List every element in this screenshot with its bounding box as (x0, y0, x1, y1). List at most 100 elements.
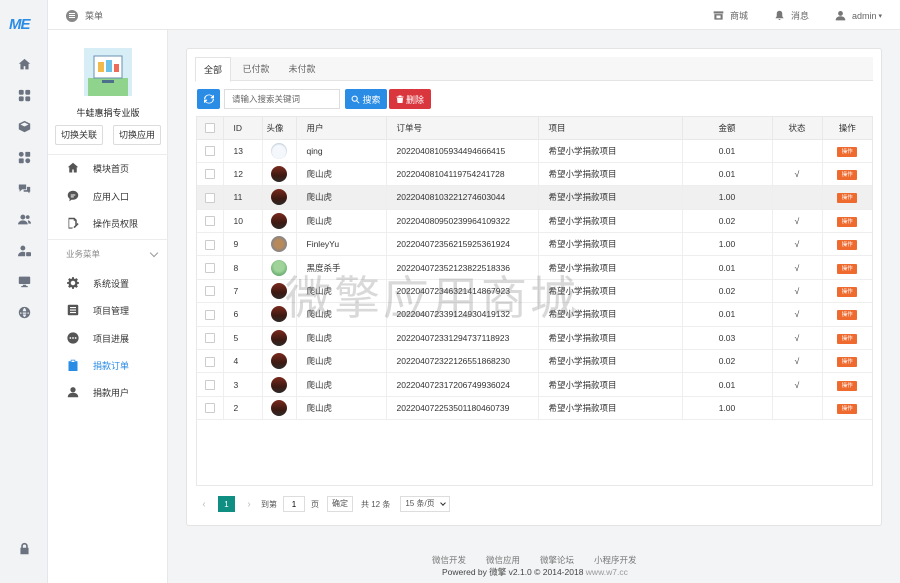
refresh-button[interactable] (197, 89, 220, 109)
row-checkbox[interactable] (204, 356, 215, 367)
goto-confirm-button[interactable]: 确定 (327, 496, 353, 512)
store-icon (713, 11, 724, 20)
row-action-button[interactable]: 操作 (837, 310, 858, 321)
row-checkbox[interactable] (204, 263, 215, 274)
table-row[interactable]: 7 爬山虎 202204072346321414867923 希望小学捐款项目 0.02… (197, 279, 872, 304)
footer-link[interactable]: 小程序开发 (594, 554, 637, 566)
col-header-order: 订单号 (386, 117, 539, 140)
row-checkbox[interactable] (204, 379, 215, 390)
home-icon[interactable] (17, 57, 31, 71)
cell-user: 爬山虎 (296, 302, 387, 327)
sidebar-item-donation-users[interactable]: 捐款用户 (48, 380, 168, 404)
prev-page-button[interactable]: ‹ (196, 496, 212, 512)
delete-button[interactable]: 删除 (389, 89, 431, 109)
row-checkbox[interactable] (204, 216, 215, 227)
globe-icon[interactable] (17, 305, 31, 319)
row-action-button[interactable]: 操作 (837, 216, 858, 227)
table-row[interactable]: 2 爬山虎 202204072253501180460739 希望小学捐款项目 1.00… (197, 396, 872, 421)
menu-toggle[interactable]: 菜单 (66, 9, 103, 22)
cell-id: 3 (223, 372, 263, 397)
search-button[interactable]: 搜索 (345, 89, 387, 109)
row-checkbox[interactable] (204, 146, 215, 157)
row-checkbox[interactable] (204, 333, 215, 344)
row-action-button[interactable]: 操作 (837, 146, 858, 157)
apps-icon[interactable] (17, 150, 31, 164)
table-row[interactable]: 12 爬山虎 20220408104119754241728 希望小学捐款项目 0.01… (197, 162, 872, 187)
users-icon[interactable] (17, 212, 31, 226)
table-row[interactable]: 13 qing 20220408105934494666415 希望小学捐款项目 0.0… (197, 139, 872, 163)
sidebar-item-project-progress[interactable]: 项目进展 (48, 326, 168, 350)
module-sidebar: 牛蛙惠捐专业版 切换关联 切换应用 模块首页 应用入口 操作员权限 业务菜单 系… (48, 30, 168, 583)
sidebar-item-module-home[interactable]: 模块首页 (48, 156, 168, 180)
switch-link-button[interactable]: 切换关联 (55, 125, 103, 145)
cell-status: √ (772, 255, 823, 280)
monitor-icon[interactable] (17, 274, 31, 288)
table-row[interactable]: 5 爬山虎 202204072331294737118923 希望小学捐款项目 0.03… (197, 326, 872, 351)
sidebar-item-operator-permissions[interactable]: 操作员权限 (48, 211, 168, 235)
table-row[interactable]: 11 爬山虎 20220408103221274603044 希望小学捐款项目 1.00… (197, 185, 872, 210)
row-action-button[interactable]: 操作 (837, 263, 858, 274)
current-page[interactable]: 1 (218, 496, 235, 512)
table-row[interactable]: 6 爬山虎 202204072339124930419132 希望小学捐款项目 0.01… (197, 302, 872, 327)
table-row[interactable]: 4 爬山虎 202204072322126551868230 希望小学捐款项目 0.02… (197, 349, 872, 374)
table-row[interactable]: 3 爬山虎 202204072317206749936024 希望小学捐款项目 0.01… (197, 372, 872, 397)
sidebar-item-system-settings[interactable]: 系统设置 (48, 271, 168, 295)
footer-link[interactable]: 微信应用 (486, 554, 520, 566)
footer-link[interactable]: 微擎论坛 (540, 554, 574, 566)
row-checkbox[interactable] (204, 309, 215, 320)
cell-status: √ (772, 372, 823, 397)
grid-icon[interactable] (0, 81, 48, 109)
select-all-checkbox[interactable] (204, 123, 215, 134)
row-action-button[interactable]: 操作 (837, 170, 858, 181)
footer-link[interactable]: 微信开发 (432, 554, 466, 566)
powered-brand[interactable]: 微擎 v2.1.0 © 2014-2018 (489, 567, 583, 577)
next-page-button[interactable]: › (241, 496, 257, 512)
row-checkbox[interactable] (204, 192, 215, 203)
select-all-cell (197, 117, 224, 140)
business-menu-title[interactable]: 业务菜单 (66, 248, 100, 260)
store-link[interactable]: 商城 (713, 9, 748, 22)
user-lock-icon[interactable] (17, 243, 31, 257)
row-action-button[interactable]: 操作 (837, 357, 858, 368)
sidebar-item-project-management[interactable]: 项目管理 (48, 298, 168, 322)
tab-unpaid[interactable]: 未付款 (279, 57, 325, 81)
tab-paid[interactable]: 已付款 (233, 57, 279, 81)
lock-icon[interactable] (17, 541, 31, 555)
menu-icon (66, 9, 78, 22)
goto-page-input[interactable] (283, 496, 305, 512)
edit-icon (67, 217, 79, 229)
page-size-select[interactable]: 15 条/页 (400, 496, 450, 512)
avatar (270, 166, 287, 183)
cell-user: 爬山虎 (296, 326, 387, 351)
cell-actions: 操作 (822, 396, 872, 421)
table-row[interactable]: 8 黑度杀手 202204072352123822518336 希望小学捐款项目 0.0… (197, 255, 872, 280)
cell-amount: 1.00 (682, 396, 773, 421)
search-input[interactable] (224, 89, 340, 109)
chevron-down-icon[interactable] (149, 248, 159, 258)
footer-copyright: Powered by 微擎 v2.1.0 © 2014-2018 www.w7.… (442, 566, 628, 578)
row-checkbox[interactable] (204, 286, 215, 297)
row-checkbox[interactable] (204, 239, 215, 250)
sidebar-item-donation-orders[interactable]: 捐款订单 (48, 353, 168, 377)
cell-user: 黑度杀手 (296, 255, 387, 280)
row-action-button[interactable]: 操作 (837, 287, 858, 298)
chat-bubbles-icon[interactable] (17, 181, 31, 195)
row-action-button[interactable]: 操作 (837, 380, 858, 391)
sidebar-item-app-entry[interactable]: 应用入口 (48, 184, 168, 208)
row-checkbox[interactable] (204, 403, 215, 414)
row-action-button[interactable]: 操作 (837, 193, 858, 204)
tab-all[interactable]: 全部 (195, 57, 231, 82)
cube-icon[interactable] (17, 119, 31, 133)
row-checkbox[interactable] (204, 169, 215, 180)
footer-site[interactable]: www.w7.cc (586, 567, 628, 577)
row-action-button[interactable]: 操作 (837, 333, 858, 344)
brand-logo[interactable]: ME (9, 16, 30, 33)
table-row[interactable]: 9 FinleyYu 202204072356215925361924 希望小学捐款项… (197, 232, 872, 257)
switch-app-button[interactable]: 切换应用 (113, 125, 161, 145)
message-link[interactable]: 消息 (774, 9, 809, 22)
row-action-button[interactable]: 操作 (837, 240, 858, 251)
table-row[interactable]: 10 爬山虎 202204080950239964109322 希望小学捐款项目 0.0… (197, 209, 872, 234)
user-menu[interactable]: admin ▾ (835, 9, 882, 22)
row-action-button[interactable]: 操作 (837, 403, 858, 414)
row-select-cell (197, 372, 224, 397)
